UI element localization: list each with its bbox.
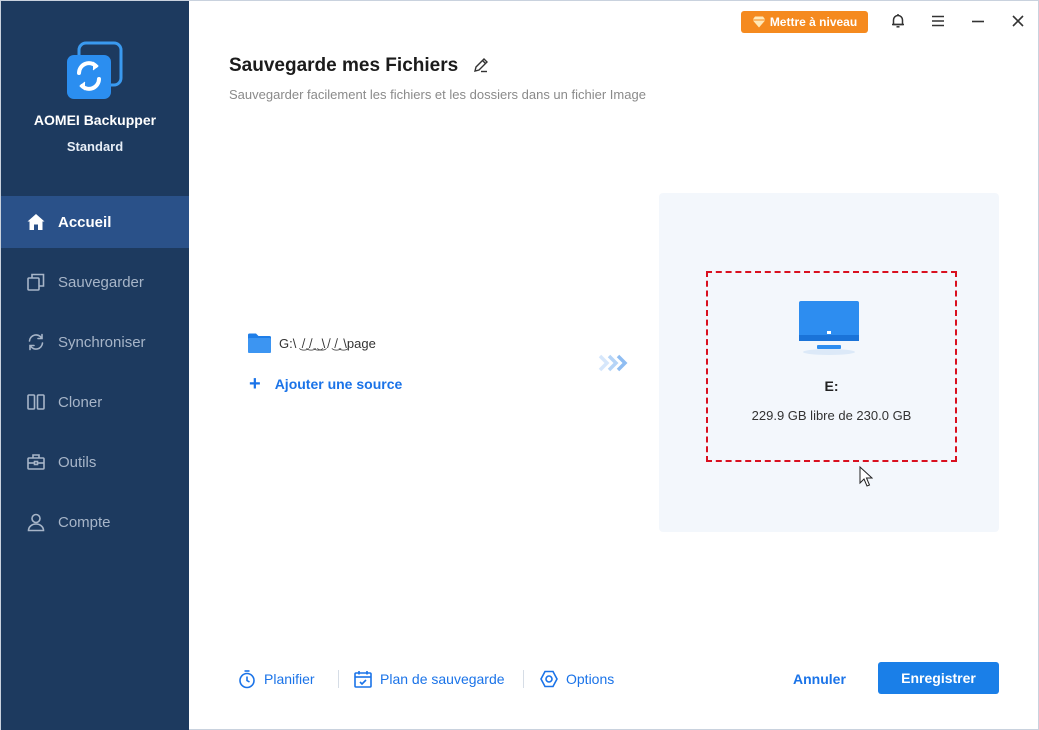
upgrade-button[interactable]: Mettre à niveau bbox=[741, 11, 868, 33]
sidebar-item-sauvegarder[interactable]: Sauvegarder bbox=[1, 256, 189, 308]
arrow-right-icon bbox=[598, 354, 628, 372]
sidebar-item-synchroniser[interactable]: Synchroniser bbox=[1, 316, 189, 368]
divider bbox=[523, 670, 524, 688]
page-subtitle: Sauvegarder facilement les fichiers et l… bbox=[229, 87, 646, 102]
backup-icon bbox=[25, 271, 47, 293]
aomei-logo bbox=[67, 41, 123, 99]
tools-icon bbox=[25, 451, 47, 473]
source-item[interactable]: G:\ ͜ ̸ ͜ ̸ ͜ ͜ \ ̸ ͜ ̸ ͜ \page bbox=[247, 331, 376, 355]
mouse-cursor-icon bbox=[859, 466, 873, 487]
schedule-label: Planifier bbox=[264, 671, 315, 687]
clone-icon bbox=[25, 391, 47, 413]
source-path: G:\ ͜ ̸ ͜ ̸ ͜ ͜ \ ̸ ͜ ̸ ͜ \page bbox=[279, 335, 376, 351]
sync-icon bbox=[25, 331, 47, 353]
app-window: AOMEI Backupper Standard Accueil Sauvega… bbox=[0, 0, 1039, 730]
sidebar-item-label: Sauvegarder bbox=[58, 273, 144, 291]
sidebar-item-label: Outils bbox=[58, 453, 97, 471]
drive-label: E: bbox=[824, 378, 839, 394]
page-title: Sauvegarde mes Fichiers bbox=[229, 55, 459, 76]
sidebar-item-accueil[interactable]: Accueil bbox=[1, 196, 189, 248]
sidebar-item-cloner[interactable]: Cloner bbox=[1, 376, 189, 428]
calendar-icon bbox=[354, 671, 372, 688]
backup-plan-label: Plan de sauvegarde bbox=[380, 671, 505, 687]
sidebar: AOMEI Backupper Standard Accueil Sauvega… bbox=[1, 1, 189, 730]
options-label: Options bbox=[566, 671, 615, 687]
timer-icon bbox=[239, 670, 255, 689]
app-name: AOMEI Backupper bbox=[33, 112, 157, 128]
folder-icon bbox=[248, 333, 271, 353]
edit-icon[interactable] bbox=[472, 56, 490, 74]
sidebar-item-label: Cloner bbox=[58, 393, 103, 411]
sidebar-item-label: Synchroniser bbox=[58, 333, 146, 351]
plus-icon: + bbox=[249, 373, 261, 395]
settings-icon bbox=[540, 670, 558, 688]
sidebar-item-outils[interactable]: Outils bbox=[1, 436, 189, 488]
app-edition: Standard bbox=[66, 139, 124, 154]
add-source-button[interactable]: + Ajouter une source bbox=[249, 373, 403, 395]
bell-icon[interactable] bbox=[889, 12, 907, 30]
minimize-icon[interactable] bbox=[969, 12, 987, 30]
cancel-button[interactable]: Annuler bbox=[793, 671, 846, 687]
sidebar-item-label: Compte bbox=[58, 513, 111, 531]
schedule-button[interactable]: Planifier bbox=[237, 667, 315, 691]
home-icon bbox=[25, 211, 47, 233]
drive-space: 229.9 GB libre de 230.0 GB bbox=[751, 408, 912, 423]
options-button[interactable]: Options bbox=[539, 667, 614, 691]
menu-icon[interactable] bbox=[929, 12, 947, 30]
add-source-label: Ajouter une source bbox=[274, 376, 403, 392]
diamond-icon bbox=[752, 16, 766, 28]
save-button[interactable]: Enregistrer bbox=[878, 662, 999, 694]
sidebar-item-label: Accueil bbox=[58, 213, 112, 231]
backup-plan-button[interactable]: Plan de sauvegarde bbox=[353, 667, 505, 691]
account-icon bbox=[25, 511, 47, 533]
upgrade-label: Mettre à niveau bbox=[769, 15, 858, 29]
sidebar-item-compte[interactable]: Compte bbox=[1, 496, 189, 548]
divider bbox=[338, 670, 339, 688]
monitor-icon bbox=[799, 301, 859, 355]
close-icon[interactable] bbox=[1009, 12, 1027, 30]
